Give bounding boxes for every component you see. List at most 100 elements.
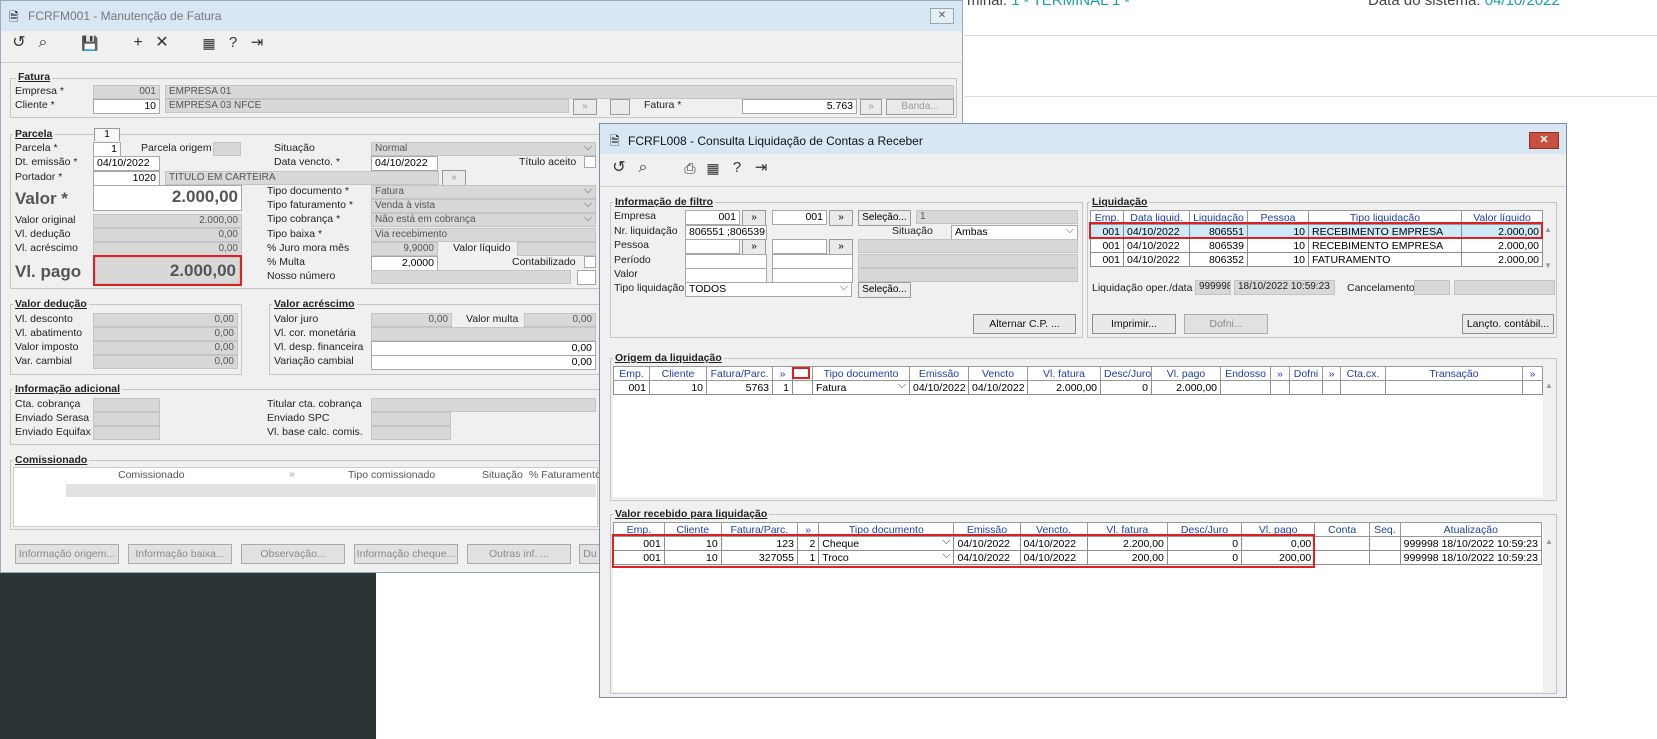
origem-cell[interactable]: 1	[772, 380, 793, 395]
liquidacao-row[interactable]: 001 04/10/2022 806539 10 RECEBIMENTO EMPRESA…	[1090, 238, 1543, 253]
recebido-col-header[interactable]: Seq.	[1369, 522, 1401, 537]
contabilizado-checkbox[interactable]	[584, 256, 596, 268]
liquidacao-cell[interactable]: 2.000,00	[1461, 238, 1543, 253]
origem-cell[interactable]	[1385, 380, 1523, 395]
recebido-cell[interactable]	[1369, 550, 1401, 565]
parcela-field[interactable]: 1	[93, 142, 121, 157]
portador-lookup-icon[interactable]: »	[442, 170, 466, 186]
observacao-button[interactable]: Observação...	[241, 544, 345, 564]
valor-to-field[interactable]	[772, 268, 853, 283]
imprimir-button[interactable]: Imprimir...	[1092, 314, 1176, 334]
origem-scrollbar[interactable]: ▲	[1543, 380, 1555, 490]
origem-cell[interactable]: 001	[613, 380, 650, 395]
origem-cell[interactable]: Fatura ⌵	[812, 380, 910, 395]
dofni-button[interactable]: Dofni...	[1184, 314, 1268, 334]
desp-financeira-field[interactable]: 0,00	[371, 341, 596, 356]
multa-field[interactable]: 2,0000	[371, 256, 438, 271]
help-icon[interactable]: ?	[224, 34, 242, 52]
periodo-to-field[interactable]	[772, 254, 853, 269]
selecao2-button[interactable]: Seleção...	[858, 282, 911, 298]
liquidacao-row[interactable]: 001 04/10/2022 806352 10 FATURAMENTO 2.000,00	[1090, 252, 1543, 267]
liquidacao-cell[interactable]: 10	[1247, 238, 1309, 253]
search-icon[interactable]: ⌕	[634, 159, 652, 177]
origem-col-header[interactable]: Emissão	[909, 366, 969, 381]
valor-from-field[interactable]	[685, 268, 767, 283]
nr-liquidacao-field[interactable]: 806551 ;806539;	[685, 225, 767, 240]
origem-col-header[interactable]: »	[1322, 366, 1341, 381]
empresa-from-field[interactable]: 001	[685, 210, 740, 225]
origem-col-header[interactable]: Fatura/Parc.	[706, 366, 773, 381]
empresa-to-field[interactable]: 001	[772, 210, 827, 225]
origem-col-header[interactable]: Tipo documento	[812, 366, 910, 381]
liquidacao-cell[interactable]: 806539	[1189, 238, 1248, 253]
tipo-doc-select[interactable]: Fatura	[371, 185, 596, 199]
portador-code[interactable]: 1020	[93, 171, 160, 186]
titulo-aceito-checkbox[interactable]	[584, 156, 596, 168]
close-icon[interactable]: ✕	[153, 34, 171, 52]
cliente-lookup-icon[interactable]: »	[573, 99, 597, 115]
save-icon[interactable]: 💾	[81, 34, 99, 52]
origem-col-header[interactable]: Vl. pago	[1151, 366, 1221, 381]
liquidacao-cell[interactable]: 04/10/2022	[1123, 252, 1190, 267]
blank-button[interactable]	[610, 99, 630, 115]
empresa-from-lookup-icon[interactable]: »	[742, 210, 766, 226]
origem-col-header[interactable]: Vl. fatura	[1027, 366, 1101, 381]
recebido-cell[interactable]	[1314, 536, 1371, 551]
banda-button[interactable]: Banda...	[886, 99, 954, 115]
pessoa-to-field[interactable]	[772, 239, 827, 254]
origem-cell[interactable]	[1220, 380, 1271, 395]
origem-col-header[interactable]: »	[772, 366, 793, 381]
alternar-cp-button[interactable]: Alternar C.P. ...	[973, 314, 1076, 334]
liquidacao-cell[interactable]: 10	[1247, 252, 1309, 267]
liquidacao-cell[interactable]: FATURAMENTO	[1308, 252, 1462, 267]
info-origem-button[interactable]: Informação origem...	[15, 544, 119, 564]
recebido-cell[interactable]	[1314, 550, 1371, 565]
pessoa-from-lookup-icon[interactable]: »	[742, 239, 766, 255]
outras-inf-button[interactable]: Outras inf. ...	[467, 544, 571, 564]
origem-cell[interactable]	[1289, 380, 1323, 395]
origem-col-header[interactable]: Dofni	[1289, 366, 1323, 381]
fatura-lookup-icon[interactable]: »	[860, 99, 882, 115]
liquidacao-scrollbar[interactable]: ▲ ▼	[1542, 224, 1554, 280]
liquidacao-cell[interactable]: 001	[1090, 252, 1124, 267]
origem-col-header[interactable]: Cta.cx.	[1340, 366, 1386, 381]
origem-col-header[interactable]: Transação	[1385, 366, 1523, 381]
undo-icon[interactable]: ↺	[10, 34, 28, 52]
tipo-liquidacao-select[interactable]: TODOS	[685, 282, 852, 297]
periodo-from-field[interactable]	[685, 254, 767, 269]
close-button[interactable]: ✕	[930, 8, 954, 24]
origem-col-header[interactable]: Emp.	[613, 366, 650, 381]
plus-icon[interactable]: +	[129, 34, 147, 52]
origem-cell[interactable]	[1522, 380, 1543, 395]
origem-col-header[interactable]: »	[1522, 366, 1543, 381]
origem-cell[interactable]	[1340, 380, 1386, 395]
empresa-to-lookup-icon[interactable]: »	[829, 210, 853, 226]
origem-row[interactable]: 001 10 5763 1 Fatura ⌵ 04/10/2022 04/10/2022 2.0…	[613, 380, 1543, 395]
liquidacao-cell[interactable]: RECEBIMENTO EMPRESA	[1308, 238, 1462, 253]
origem-col-header[interactable]: Desc/Juro	[1100, 366, 1152, 381]
origem-cell[interactable]: 5763	[706, 380, 773, 395]
calendar-icon[interactable]: ▦	[200, 34, 218, 52]
exit-icon[interactable]: ⇥	[752, 159, 770, 177]
close-button[interactable]: ✕	[1529, 132, 1559, 149]
valor-field[interactable]: 2.000,00	[93, 185, 242, 211]
recebido-col-header[interactable]: Atualização	[1399, 522, 1543, 537]
origem-cell[interactable]: 0	[1100, 380, 1152, 395]
lancto-contabil-button[interactable]: Lançto. contábil...	[1462, 314, 1554, 334]
recebido-col-header[interactable]: Conta	[1314, 522, 1371, 537]
undo-icon[interactable]: ↺	[610, 159, 628, 177]
variacao-cambial-field[interactable]: 0,00	[371, 355, 596, 370]
origem-cell[interactable]: 2.000,00	[1151, 380, 1221, 395]
liquidacao-cell[interactable]: 04/10/2022	[1123, 238, 1190, 253]
origem-cell[interactable]	[792, 380, 813, 395]
origem-cell[interactable]: 10	[649, 380, 707, 395]
pessoa-to-lookup-icon[interactable]: »	[829, 239, 853, 255]
pessoa-from-field[interactable]	[685, 239, 740, 254]
vencto-field[interactable]: 04/10/2022	[371, 156, 438, 171]
recebido-cell[interactable]	[1369, 536, 1401, 551]
tipo-cob-select[interactable]: Não está em cobrança	[371, 213, 596, 227]
emissao-field[interactable]: 04/10/2022	[93, 156, 160, 171]
liquidacao-cell[interactable]: 806352	[1189, 252, 1248, 267]
tipo-fat-select[interactable]: Venda à vista	[371, 199, 596, 213]
info-cheque-button[interactable]: Informação cheque...	[354, 544, 458, 564]
